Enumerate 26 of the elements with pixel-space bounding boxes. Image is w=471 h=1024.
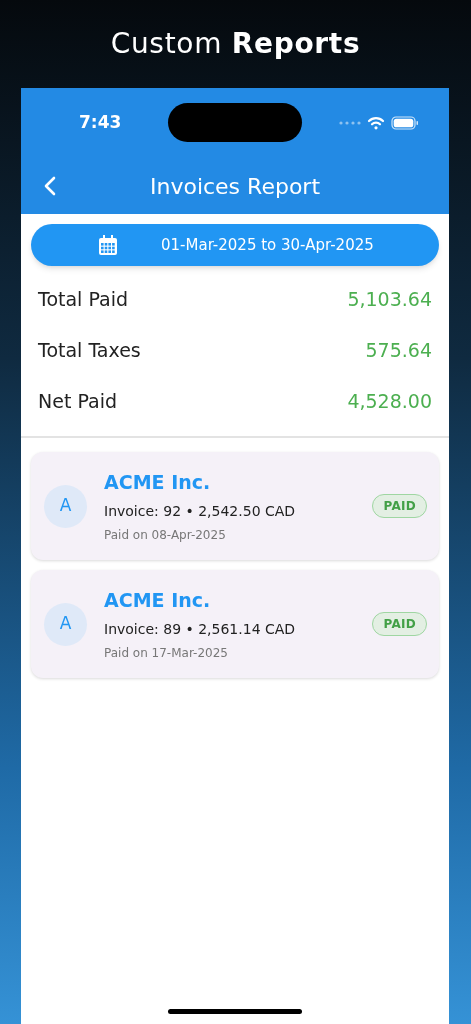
summary-label: Total Taxes (38, 338, 141, 364)
invoice-card[interactable]: A ACME Inc. Invoice: 89 • 2,561.14 CAD Paid on 17-Mar-2025 PAID (31, 570, 439, 678)
summary-label: Net Paid (38, 389, 117, 415)
signal-icon (339, 121, 361, 125)
invoice-details: Invoice: 89 • 2,561.14 CAD (104, 619, 297, 639)
summary-value: 5,103.64 (347, 287, 432, 313)
avatar: A (44, 484, 87, 528)
customer-name: ACME Inc. (104, 587, 212, 613)
status-badge: PAID (372, 494, 427, 518)
status-time: 7:43 (79, 111, 122, 135)
summary-value: 4,528.00 (347, 389, 432, 415)
summary-value: 575.64 (365, 338, 432, 364)
wifi-icon (367, 116, 385, 130)
paid-date: Paid on 08-Apr-2025 (104, 526, 227, 544)
status-badge: PAID (372, 612, 427, 636)
page-title: Invoices Report (149, 172, 320, 201)
paid-date: Paid on 17-Mar-2025 (104, 644, 229, 662)
back-icon (43, 175, 57, 197)
avatar: A (44, 602, 87, 646)
summary-label: Total Paid (38, 287, 128, 313)
invoice-card[interactable]: A ACME Inc. Invoice: 92 • 2,542.50 CAD Paid on 08-Apr-2025 PAID (31, 452, 439, 560)
battery-icon (391, 116, 419, 130)
banner-title: Custom Reports (110, 26, 361, 62)
invoice-details: Invoice: 92 • 2,542.50 CAD (104, 501, 297, 521)
calendar-icon (99, 235, 117, 255)
customer-name: ACME Inc. (104, 469, 212, 495)
